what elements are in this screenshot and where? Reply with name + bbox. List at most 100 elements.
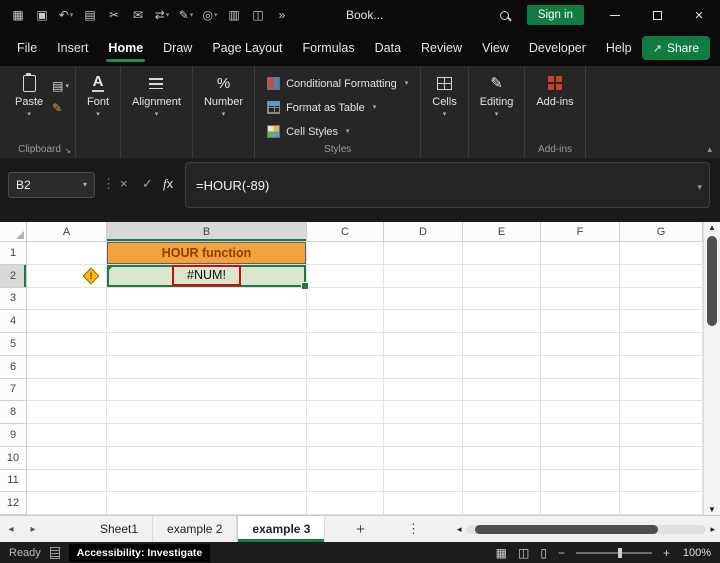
cell-e4[interactable] bbox=[463, 310, 541, 333]
cell-b2[interactable]: #NUM! bbox=[107, 264, 309, 290]
cell-d9[interactable] bbox=[384, 424, 463, 447]
cell-g8[interactable] bbox=[620, 401, 703, 424]
cell-g6[interactable] bbox=[620, 355, 703, 379]
sheet-tab-example-2[interactable]: example 2 bbox=[153, 516, 238, 542]
row-header-2[interactable]: 2 bbox=[0, 264, 27, 288]
cell-c12[interactable] bbox=[307, 492, 384, 515]
tab-scroll-right-icon[interactable]: ▸ bbox=[22, 516, 44, 542]
menu-tab-page-layout[interactable]: Page Layout bbox=[209, 31, 285, 65]
cell-a6[interactable] bbox=[27, 355, 107, 379]
cell-g1[interactable] bbox=[620, 242, 703, 265]
cell-f4[interactable] bbox=[541, 310, 620, 333]
normal-view-icon[interactable]: ▦ bbox=[496, 546, 507, 560]
cell-g3[interactable] bbox=[620, 287, 703, 311]
paste-button[interactable]: Paste ▾ bbox=[8, 71, 50, 142]
row-header-6[interactable]: 6 bbox=[0, 355, 27, 379]
camera-icon[interactable]: ◫ bbox=[246, 3, 270, 27]
col-header-b[interactable]: B bbox=[107, 222, 307, 242]
shape-icon[interactable]: ◎ ▾ bbox=[198, 3, 222, 27]
cell-e3[interactable] bbox=[463, 287, 541, 311]
cell-f3[interactable] bbox=[541, 287, 620, 311]
cell-f7[interactable] bbox=[541, 378, 620, 402]
cell-d4[interactable] bbox=[384, 310, 463, 333]
collapse-ribbon-icon[interactable]: ▴ bbox=[707, 144, 712, 155]
clipboard-dialog-launcher-icon[interactable]: ↘ bbox=[64, 146, 71, 155]
cell-b1[interactable]: HOUR function bbox=[107, 242, 307, 265]
cell-c5[interactable] bbox=[307, 333, 384, 356]
col-header-e[interactable]: E bbox=[463, 222, 541, 242]
cell-a3[interactable] bbox=[27, 287, 107, 311]
col-header-g[interactable]: G bbox=[620, 222, 703, 242]
horizontal-scrollbar-thumb[interactable] bbox=[475, 525, 659, 534]
editing-button[interactable]: ✎ Editing ▾ bbox=[473, 71, 521, 142]
row-header-1[interactable]: 1 bbox=[0, 242, 27, 265]
cell-c3[interactable] bbox=[307, 287, 384, 311]
cell-g7[interactable] bbox=[620, 378, 703, 402]
col-header-f[interactable]: F bbox=[541, 222, 620, 242]
cell-e7[interactable] bbox=[463, 378, 541, 402]
cell-e8[interactable] bbox=[463, 401, 541, 424]
horizontal-scrollbar[interactable]: ◂ ▸ bbox=[457, 523, 715, 536]
cell-c2[interactable] bbox=[307, 264, 384, 288]
conditional-formatting-button[interactable]: Conditional Formatting ▾ bbox=[267, 73, 408, 94]
cell-b7[interactable] bbox=[107, 378, 307, 402]
cell-a9[interactable] bbox=[27, 424, 107, 447]
zoom-slider[interactable] bbox=[575, 547, 652, 558]
cell-e1[interactable] bbox=[463, 242, 541, 265]
menu-tab-developer[interactable]: Developer bbox=[526, 31, 589, 65]
cell-g10[interactable] bbox=[620, 446, 703, 470]
cell-f6[interactable] bbox=[541, 355, 620, 379]
cell-a12[interactable] bbox=[27, 492, 107, 515]
menu-tab-file[interactable]: File bbox=[14, 31, 40, 65]
cell-b3[interactable] bbox=[107, 287, 307, 311]
row-header-3[interactable]: 3 bbox=[0, 287, 27, 311]
cell-c1[interactable] bbox=[307, 242, 384, 265]
row-header-11[interactable]: 11 bbox=[0, 469, 27, 493]
cell-b4[interactable] bbox=[107, 310, 307, 333]
cell-d7[interactable] bbox=[384, 378, 463, 402]
formula-input[interactable]: =HOUR(-89) bbox=[185, 162, 710, 208]
minimize-button[interactable] bbox=[594, 0, 636, 30]
menu-tab-help[interactable]: Help bbox=[603, 31, 635, 65]
col-header-d[interactable]: D bbox=[384, 222, 463, 242]
cell-f10[interactable] bbox=[541, 446, 620, 470]
cell-e2[interactable] bbox=[463, 264, 541, 288]
cell-f9[interactable] bbox=[541, 424, 620, 447]
insert-function-icon[interactable]: fx bbox=[163, 176, 173, 192]
table-icon[interactable]: ▥ bbox=[222, 3, 246, 27]
cell-c10[interactable] bbox=[307, 446, 384, 470]
scroll-left-icon[interactable]: ◂ bbox=[457, 524, 462, 535]
menu-tab-data[interactable]: Data bbox=[372, 31, 404, 65]
cell-c9[interactable] bbox=[307, 424, 384, 447]
menu-tab-draw[interactable]: Draw bbox=[160, 31, 195, 65]
cell-f1[interactable] bbox=[541, 242, 620, 265]
font-button[interactable]: A Font ▾ bbox=[80, 71, 116, 142]
scroll-up-icon[interactable]: ▲ bbox=[704, 223, 720, 232]
cell-e10[interactable] bbox=[463, 446, 541, 470]
vertical-scrollbar[interactable]: ▲ ▼ bbox=[703, 222, 720, 515]
cell-d3[interactable] bbox=[384, 287, 463, 311]
name-box[interactable]: B2 ▾ bbox=[8, 172, 95, 198]
cell-d5[interactable] bbox=[384, 333, 463, 356]
close-button[interactable]: × bbox=[678, 0, 720, 30]
sign-in-button[interactable]: Sign in bbox=[526, 5, 584, 25]
cell-f12[interactable] bbox=[541, 492, 620, 515]
enter-icon[interactable]: ✓ bbox=[142, 176, 153, 192]
cell-f5[interactable] bbox=[541, 333, 620, 356]
translate-icon[interactable]: ⇄ ▾ bbox=[150, 3, 174, 27]
cell-d8[interactable] bbox=[384, 401, 463, 424]
row-header-5[interactable]: 5 bbox=[0, 333, 27, 356]
cell-a4[interactable] bbox=[27, 310, 107, 333]
tab-scroll-left-icon[interactable]: ◂ bbox=[0, 516, 22, 542]
cell-b12[interactable] bbox=[107, 492, 307, 515]
cell-c11[interactable] bbox=[307, 469, 384, 493]
cell-c4[interactable] bbox=[307, 310, 384, 333]
cell-b10[interactable] bbox=[107, 446, 307, 470]
row-header-10[interactable]: 10 bbox=[0, 446, 27, 470]
save-icon[interactable]: ▣ bbox=[30, 3, 54, 27]
cell-g9[interactable] bbox=[620, 424, 703, 447]
cell-c7[interactable] bbox=[307, 378, 384, 402]
cell-d12[interactable] bbox=[384, 492, 463, 515]
cell-g5[interactable] bbox=[620, 333, 703, 356]
copy-button[interactable]: ▤ ▾ bbox=[52, 79, 69, 93]
